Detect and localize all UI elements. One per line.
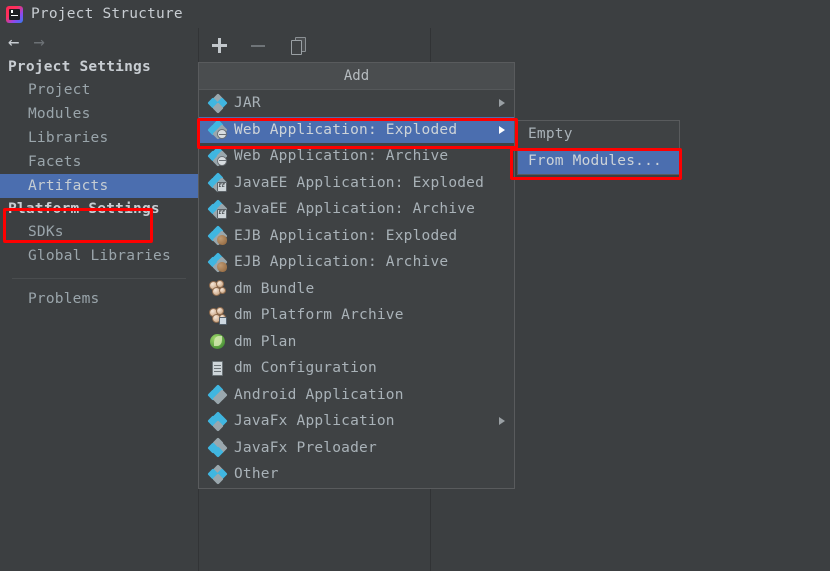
submenu-item-label: Empty [528,126,573,143]
menu-item-label: dm Configuration [234,360,377,377]
sidebar-item-global-libraries[interactable]: Global Libraries [0,244,198,268]
ejb-archive-icon [207,252,228,273]
menu-item-label: dm Plan [234,333,297,350]
sidebar-item-problems[interactable]: Problems [0,287,198,311]
web-exploded-icon [207,119,228,140]
sidebar-separator [12,278,186,279]
sidebar-group-project-settings: Project Settings [8,59,151,75]
other-icon [207,464,228,485]
menu-item-javaee-application-exploded[interactable]: EE JavaEE Application: Exploded [199,170,514,197]
dm-platform-archive-icon [209,306,227,325]
dm-plan-icon [209,333,226,350]
dm-configuration-icon [209,360,226,377]
sidebar-item-libraries[interactable]: Libraries [0,126,198,150]
menu-item-label: Web Application: Archive [234,148,449,165]
menu-item-android-application[interactable]: Android Application [199,382,514,409]
intellij-idea-icon [6,5,23,23]
menu-item-other[interactable]: Other [199,461,514,488]
chevron-right-icon [499,417,505,426]
settings-sidebar: ← → Project Settings Project Modules Lib… [0,28,198,571]
submenu-item-from-modules[interactable]: From Modules... [518,147,679,174]
menu-item-jar[interactable]: JAR [199,90,514,117]
menu-item-label: JavaEE Application: Exploded [234,174,485,191]
menu-item-label: JavaFx Application [234,413,395,430]
sidebar-item-project[interactable]: Project [0,78,198,102]
menu-item-dm-plan[interactable]: dm Plan [199,329,514,356]
sidebar-item-facets[interactable]: Facets [0,150,198,174]
arrow-left-icon[interactable]: ← [8,32,19,52]
sidebar-navigation-bar: ← → [0,28,198,56]
plus-icon[interactable] [210,36,228,54]
chevron-right-icon [499,125,505,134]
menu-item-label: JavaEE Application: Archive [234,201,476,218]
add-menu-header: Add [199,63,514,90]
menu-item-label: dm Bundle [234,280,315,297]
menu-item-ejb-application-archive[interactable]: EJB Application: Archive [199,249,514,276]
minus-icon[interactable] [250,36,268,54]
menu-item-label: Other [234,466,279,483]
menu-item-label: JAR [234,95,261,112]
menu-item-label: dm Platform Archive [234,307,404,324]
web-exploded-submenu: Empty From Modules... [517,120,680,175]
arrow-right-icon[interactable]: → [33,32,44,52]
jar-icon [207,93,228,114]
android-application-icon [207,384,228,405]
sidebar-item-artifacts[interactable]: Artifacts [0,174,198,198]
submenu-item-label: From Modules... [528,152,662,169]
menu-item-dm-platform-archive[interactable]: dm Platform Archive [199,302,514,329]
dm-bundle-icon [209,280,226,297]
sidebar-item-modules[interactable]: Modules [0,102,198,126]
menu-item-web-application-archive[interactable]: Web Application: Archive [199,143,514,170]
sidebar-item-sdks[interactable]: SDKs [0,220,198,244]
menu-item-label: EJB Application: Archive [234,254,449,271]
javafx-preloader-icon [207,437,228,458]
menu-item-javafx-application[interactable]: JavaFx Application [199,408,514,435]
ejb-exploded-icon [207,225,228,246]
add-artifact-menu: Add JAR Web Application: Exploded Web Ap… [198,62,515,489]
menu-item-label: Web Application: Exploded [234,121,458,138]
window-title: Project Structure [31,6,183,22]
menu-item-label: JavaFx Preloader [234,439,377,456]
menu-item-dm-bundle[interactable]: dm Bundle [199,276,514,303]
web-archive-icon [207,146,228,167]
menu-item-javaee-application-archive[interactable]: EE JavaEE Application: Archive [199,196,514,223]
sidebar-group-platform-settings: Platform Settings [8,201,160,217]
menu-item-javafx-preloader[interactable]: JavaFx Preloader [199,435,514,462]
menu-item-label: EJB Application: Exploded [234,227,458,244]
javafx-application-icon [207,411,228,432]
menu-item-label: Android Application [234,386,404,403]
javaee-archive-icon: EE [207,199,228,220]
javaee-exploded-icon: EE [207,172,228,193]
submenu-item-empty[interactable]: Empty [518,121,679,148]
chevron-right-icon [499,99,505,108]
window-titlebar: Project Structure [0,0,830,28]
menu-item-dm-configuration[interactable]: dm Configuration [199,355,514,382]
copy-icon[interactable] [290,36,308,55]
menu-item-web-application-exploded[interactable]: Web Application: Exploded [199,116,514,143]
artifacts-toolbar [198,28,430,62]
menu-item-ejb-application-exploded[interactable]: EJB Application: Exploded [199,223,514,250]
